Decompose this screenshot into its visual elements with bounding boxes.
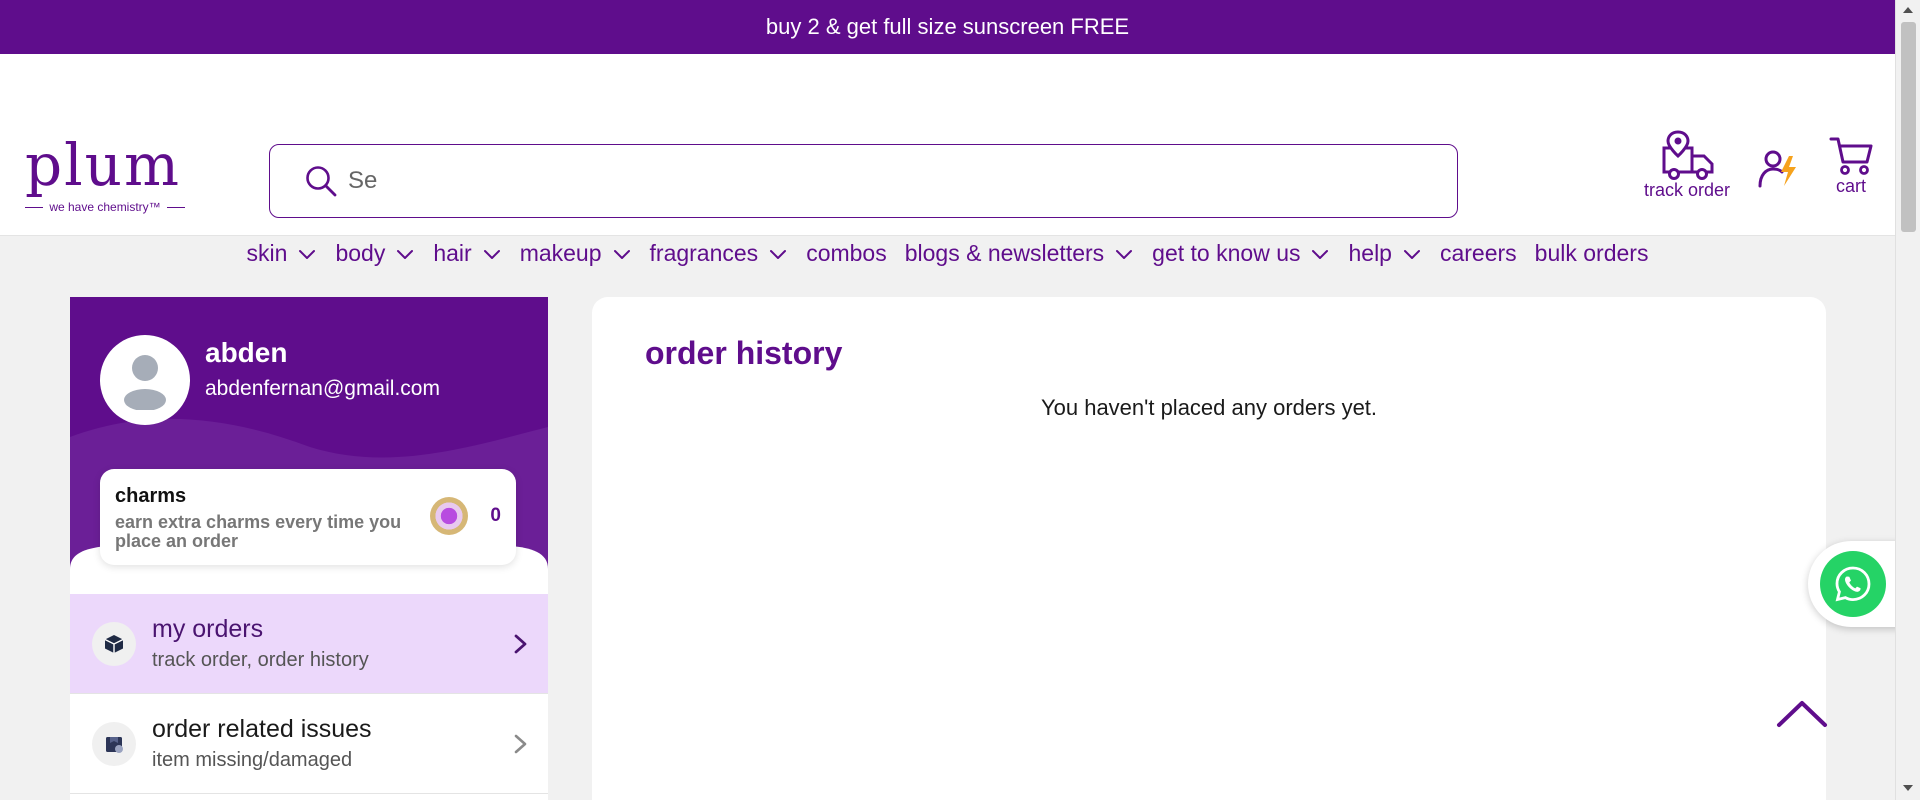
charms-count: 0 [490, 505, 501, 526]
chevron-down-icon[interactable] [482, 244, 502, 264]
cart-label[interactable]: cart [1836, 176, 1866, 197]
cart-button[interactable]: cart [1829, 136, 1873, 197]
delivery-truck-icon [1662, 130, 1714, 180]
nav-item-fragrances[interactable]: fragrances [641, 240, 798, 267]
menu-item-subtitle: item missing/damaged [152, 749, 353, 771]
profile-card: abden abdenfernan@gmail.com charms earn … [70, 297, 548, 594]
avatar [100, 335, 190, 425]
nav-item-label: fragrances [649, 240, 759, 266]
logo-tagline-text: we have chemistry™ [49, 200, 161, 214]
main-nav: skin body hair makeup fragrances combos blogs … [0, 240, 1895, 267]
menu-item-title: my orders [152, 615, 264, 643]
chevron-right-icon [514, 734, 527, 754]
scroll-up-arrow-icon[interactable] [1903, 7, 1913, 13]
page-title: order history [645, 335, 843, 371]
nav-item-makeup[interactable]: makeup [511, 240, 641, 267]
chevron-right-icon [514, 634, 527, 654]
charms-subtitle: earn extra charms every time you place a… [115, 512, 402, 551]
track-order-label[interactable]: track order [1644, 180, 1730, 201]
menu-item-my-orders[interactable]: my orders track order, order history [70, 594, 548, 694]
nav-item-label: combos [806, 240, 887, 266]
nav-item-careers[interactable]: careers [1431, 240, 1526, 267]
scroll-down-arrow-icon[interactable] [1903, 785, 1913, 791]
menu-item-title: order related issues [152, 715, 372, 743]
nav-item-label: body [335, 240, 386, 266]
nav-item-label: get to know us [1152, 240, 1301, 266]
announcement-text[interactable]: buy 2 & get full size sunscreen FREE [766, 14, 1129, 40]
nav-item-label: help [1348, 240, 1392, 266]
nav-item-combos[interactable]: combos [797, 240, 896, 267]
charms-card[interactable]: charms earn extra charms every time you … [100, 469, 516, 565]
nav-item-label: skin [246, 240, 288, 266]
logo-wordmark: plum [25, 131, 182, 199]
menu-item-order-issues[interactable]: order related issues item missing/damage… [70, 694, 548, 794]
scrollbar-thumb[interactable] [1901, 22, 1916, 232]
page-scrollbar[interactable] [1895, 0, 1920, 800]
chevron-down-icon[interactable] [1114, 244, 1134, 264]
chevron-down-icon[interactable] [768, 244, 788, 264]
nav-item-help[interactable]: help [1339, 240, 1430, 267]
chevron-down-icon[interactable] [395, 244, 415, 264]
account-button[interactable] [1758, 148, 1800, 190]
box-icon [92, 621, 136, 666]
nav-item-hair[interactable]: hair [424, 240, 510, 267]
chevron-down-icon[interactable] [297, 244, 317, 264]
site-header: plum we have chemistry™ track order [0, 54, 1895, 266]
nav-item-skin[interactable]: skin [238, 240, 327, 267]
whatsapp-chat-button[interactable] [1808, 541, 1903, 627]
nav-item-get-to-know-us[interactable]: get to know us [1143, 240, 1339, 267]
account-sidebar: abden abdenfernan@gmail.com charms earn … [70, 297, 548, 800]
search-input[interactable] [348, 167, 1348, 195]
nav-item-label: bulk orders [1534, 240, 1649, 266]
profile-email: abdenfernan@gmail.com [205, 377, 440, 400]
whatsapp-icon [1820, 551, 1886, 617]
announcement-bar[interactable]: buy 2 & get full size sunscreen FREE [0, 0, 1895, 54]
nav-item-label: hair [433, 240, 472, 266]
nav-item-label: blogs & newsletters [904, 240, 1105, 266]
damaged-box-icon [92, 721, 136, 766]
nav-item-body[interactable]: body [326, 240, 424, 267]
cart-icon [1829, 137, 1873, 175]
profile-name: abden [205, 337, 288, 368]
chevron-down-icon[interactable] [612, 244, 632, 264]
empty-orders-message: You haven't placed any orders yet. [1040, 395, 1378, 420]
scroll-to-top-button[interactable] [1776, 698, 1828, 730]
order-history-panel: order history You haven't placed any ord… [592, 297, 1826, 800]
nav-item-bulk-orders[interactable]: bulk orders [1526, 240, 1658, 267]
nav-item-blogs-newsletters[interactable]: blogs & newsletters [896, 240, 1143, 267]
search-icon [306, 166, 337, 197]
menu-item-subtitle: track order, order history [152, 649, 369, 671]
search-bar[interactable] [269, 144, 1458, 218]
account-icon [1758, 150, 1796, 188]
charms-coin-icon [430, 497, 468, 535]
plum-logo[interactable]: plum we have chemistry™ [25, 136, 185, 228]
nav-item-label: careers [1439, 240, 1517, 266]
track-order-button[interactable]: track order [1644, 130, 1730, 201]
chevron-down-icon[interactable] [1402, 244, 1422, 264]
chevron-down-icon[interactable] [1310, 244, 1330, 264]
logo-tagline: we have chemistry™ [25, 200, 185, 214]
page: buy 2 & get full size sunscreen FREE plu… [0, 0, 1903, 800]
nav-item-label: makeup [519, 240, 602, 266]
user-silhouette-icon [124, 355, 166, 410]
